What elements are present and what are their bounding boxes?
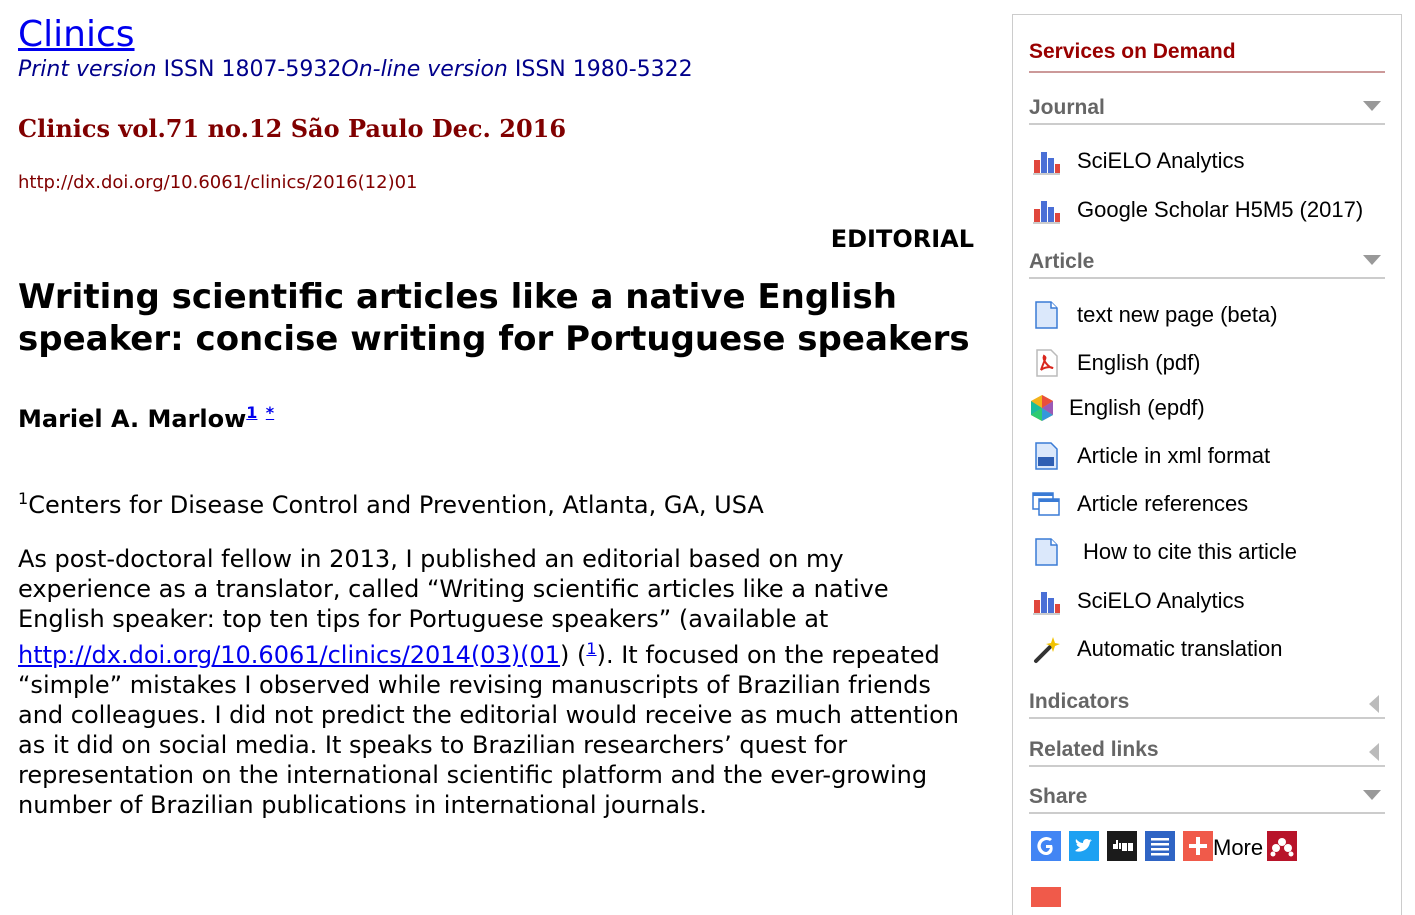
share-more-label[interactable]: More bbox=[1213, 835, 1263, 861]
indicators-section-toggle[interactable]: Indicators bbox=[1029, 689, 1385, 719]
journal-item-scielo-analytics[interactable]: SciELO Analytics bbox=[1031, 145, 1391, 177]
indicators-heading: Indicators bbox=[1029, 690, 1130, 713]
share-section-toggle[interactable]: Share bbox=[1029, 784, 1385, 814]
para-text-mid: ) ( bbox=[560, 641, 587, 669]
partial-share-icon[interactable] bbox=[1031, 887, 1061, 907]
affiliation-text: Centers for Disease Control and Preventi… bbox=[28, 491, 764, 519]
pdf-icon bbox=[1031, 348, 1061, 378]
references-icon bbox=[1031, 489, 1061, 519]
list-share-icon[interactable] bbox=[1145, 831, 1175, 861]
twitter-share-icon[interactable] bbox=[1069, 831, 1099, 861]
author-affil-link[interactable]: 1 bbox=[246, 403, 257, 422]
author-name: Mariel A. Marlow bbox=[18, 405, 247, 433]
issn-line: Print version ISSN 1807-5932On-line vers… bbox=[18, 56, 978, 84]
wand-icon bbox=[1031, 634, 1061, 664]
bar-chart-icon bbox=[1031, 146, 1061, 176]
para-text-start: As post-doctoral fellow in 2013, I publi… bbox=[18, 545, 889, 633]
print-issn: ISSN 1807-5932 bbox=[163, 57, 342, 82]
document-icon bbox=[1031, 537, 1061, 567]
bar-chart-icon bbox=[1031, 195, 1061, 225]
reference-link-1[interactable]: 1 bbox=[586, 639, 596, 658]
epdf-icon bbox=[1027, 393, 1057, 423]
journal-heading: Journal bbox=[1029, 96, 1105, 119]
article-item-english-epdf[interactable]: English (epdf) bbox=[1027, 392, 1387, 424]
journal-item-label: Google Scholar H5M5 (2017) bbox=[1077, 197, 1364, 222]
chevron-down-icon bbox=[1363, 790, 1381, 800]
services-sidebar: Services on Demand Journal SciELO Analyt… bbox=[1012, 14, 1402, 915]
journal-item-google-scholar[interactable]: Google Scholar H5M5 (2017) bbox=[1031, 194, 1391, 226]
online-version-label: On-line version bbox=[341, 57, 508, 82]
article-item-scielo-analytics[interactable]: SciELO Analytics bbox=[1031, 585, 1391, 617]
journal-item-label: SciELO Analytics bbox=[1077, 148, 1245, 173]
article-item-xml[interactable]: Article in xml format bbox=[1031, 440, 1391, 472]
online-issn: ISSN 1980-5322 bbox=[514, 57, 693, 82]
article-item-text-new-page[interactable]: text new page (beta) bbox=[1031, 299, 1391, 331]
chevron-down-icon bbox=[1363, 101, 1381, 111]
article-title: Writing scientific articles like a nativ… bbox=[18, 277, 970, 359]
article-item-label: Article in xml format bbox=[1077, 443, 1271, 468]
print-version-label: Print version bbox=[18, 57, 157, 82]
article-item-label: English (pdf) bbox=[1077, 350, 1201, 375]
share-heading: Share bbox=[1029, 785, 1088, 808]
related-links-heading: Related links bbox=[1029, 738, 1159, 761]
issue-citation: Clinics vol.71 no.12 São Paulo Dec. 2016 bbox=[18, 114, 567, 143]
related-links-section-toggle[interactable]: Related links bbox=[1029, 737, 1385, 767]
author-line: Mariel A. Marlow1 * bbox=[18, 398, 978, 434]
article-heading: Article bbox=[1029, 250, 1095, 273]
services-on-demand-title: Services on Demand bbox=[1029, 39, 1385, 73]
document-icon bbox=[1031, 300, 1061, 330]
article-main: Clinics Print version ISSN 1807-5932On-l… bbox=[18, 14, 978, 844]
share-buttons: More bbox=[1031, 831, 1305, 861]
article-item-english-pdf[interactable]: English (pdf) bbox=[1031, 347, 1391, 379]
section-label: EDITORIAL bbox=[830, 225, 974, 253]
affiliation: 1Centers for Disease Control and Prevent… bbox=[18, 484, 978, 520]
article-item-references[interactable]: Article references bbox=[1031, 488, 1391, 520]
article-item-label: How to cite this article bbox=[1083, 539, 1297, 564]
corresponding-author-link[interactable]: * bbox=[266, 403, 274, 422]
article-item-label: Automatic translation bbox=[1077, 636, 1283, 661]
journal-title-link[interactable]: Clinics bbox=[18, 14, 135, 56]
chevron-down-icon bbox=[1363, 255, 1381, 265]
bar-chart-icon bbox=[1031, 586, 1061, 616]
article-item-label: SciELO Analytics bbox=[1077, 588, 1245, 613]
article-item-automatic-translation[interactable]: Automatic translation bbox=[1031, 633, 1391, 665]
affiliation-sup: 1 bbox=[18, 489, 29, 508]
plus-share-icon[interactable] bbox=[1183, 831, 1213, 861]
article-section-toggle[interactable]: Article bbox=[1029, 249, 1385, 279]
xml-icon bbox=[1031, 441, 1061, 471]
chevron-left-icon bbox=[1369, 743, 1379, 761]
article-item-label: Article references bbox=[1077, 491, 1249, 516]
journal-section-toggle[interactable]: Journal bbox=[1029, 95, 1385, 125]
article-item-label: English (epdf) bbox=[1069, 395, 1205, 420]
body-paragraph: As post-doctoral fellow in 2013, I publi… bbox=[18, 544, 978, 820]
mendeley-share-icon[interactable] bbox=[1267, 831, 1298, 861]
article-item-label: text new page (beta) bbox=[1077, 302, 1278, 327]
digg-share-icon[interactable] bbox=[1107, 831, 1137, 861]
previous-editorial-link[interactable]: http://dx.doi.org/10.6061/clinics/2014(0… bbox=[18, 641, 560, 669]
doi-text: http://dx.doi.org/10.6061/clinics/2016(1… bbox=[18, 172, 418, 193]
article-item-how-to-cite[interactable]: How to cite this article bbox=[1031, 536, 1391, 568]
chevron-left-icon bbox=[1369, 695, 1379, 713]
google-share-icon[interactable] bbox=[1031, 831, 1061, 861]
